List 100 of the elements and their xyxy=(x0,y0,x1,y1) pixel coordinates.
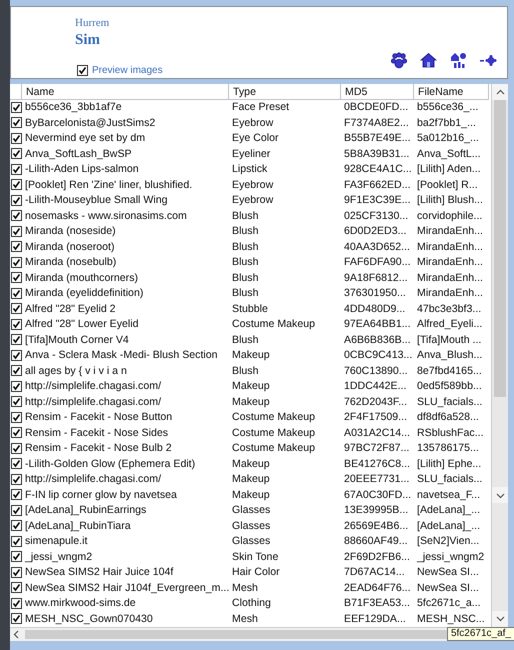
md5-cell-text: 025CF3130... xyxy=(343,208,410,224)
filename-cell-text: MirandaEnh... xyxy=(416,286,484,301)
checkbox[interactable] xyxy=(10,194,22,206)
md5-cell-text: EEF129DA... xyxy=(343,612,407,626)
type-cell-text: Makeup xyxy=(231,348,271,363)
filename-cell-text: corvidophile... xyxy=(416,208,484,224)
type-cell-text: Costume Makeup xyxy=(231,317,316,332)
md5-cell-text: 2EAD64F76... xyxy=(343,580,412,596)
type-cell-text: Skin Tone xyxy=(231,550,280,564)
filename-cell-text: MirandaEnh... xyxy=(416,270,484,286)
checkbox[interactable] xyxy=(10,412,22,423)
type-cell-text: Makeup xyxy=(231,472,271,487)
checkbox[interactable] xyxy=(10,520,22,532)
md5-cell-text: FAF6DFA90... xyxy=(343,255,412,270)
filename-cell-text: NewSea SI... xyxy=(416,580,480,596)
type-cell-text: Stubble xyxy=(231,302,269,316)
type-cell-text: Blush xyxy=(231,224,260,239)
checkbox[interactable] xyxy=(10,474,22,485)
md5-cell-text: 13E39995B... xyxy=(343,503,410,518)
md5-cell-text: 2F69D2FB6... xyxy=(343,550,411,564)
name-cell-text: Rensim - Facekit - Nose Button xyxy=(24,410,174,425)
filename-cell-text: [AdeLana]_... xyxy=(416,503,482,518)
checkbox[interactable] xyxy=(10,442,22,454)
checkbox[interactable] xyxy=(10,148,22,160)
checkbox[interactable] xyxy=(10,458,22,470)
checkbox[interactable] xyxy=(10,164,22,175)
checkbox[interactable] xyxy=(10,210,22,222)
md5-cell-text: FA3F662ED... xyxy=(343,178,412,192)
filename-cell-text: df8df6a528... xyxy=(416,410,480,425)
filename-cell-text: 0ed5f589bb... xyxy=(416,379,483,394)
checkbox[interactable] xyxy=(10,427,22,438)
name-cell-text: ByBarcelonista@JustSims2 xyxy=(24,116,156,130)
checkbox[interactable] xyxy=(10,365,22,376)
checkbox[interactable] xyxy=(10,551,22,562)
type-cell-text: Eyebrow xyxy=(231,116,274,130)
tooltip: 5fc2671c_af_ xyxy=(446,627,514,641)
md5-cell-text: 762D2043F... xyxy=(343,394,408,410)
filename-cell-text: [Tifa]Mouth ... xyxy=(416,332,482,348)
filename-cell-text: [Lilith] Ephe... xyxy=(416,456,482,472)
checkbox[interactable] xyxy=(10,536,22,547)
checkbox[interactable] xyxy=(10,334,22,346)
checkbox[interactable] xyxy=(10,102,22,113)
md5-cell-text: 26569E4B6... xyxy=(343,518,410,534)
md5-cell-text: 6D0D2ED3... xyxy=(343,224,408,239)
filename-cell-text: 135786175... xyxy=(416,441,480,456)
md5-cell-text: 9F1E3C39E... xyxy=(343,193,412,208)
md5-cell-text: 1DDC442E... xyxy=(343,379,408,394)
md5-cell-text: 4DD480D9... xyxy=(343,302,406,316)
plug-icon[interactable] xyxy=(480,54,497,66)
checkbox[interactable] xyxy=(10,226,22,237)
checkbox[interactable] xyxy=(10,613,22,624)
column-header[interactable]: Type xyxy=(229,84,341,100)
checkbox[interactable] xyxy=(10,504,22,516)
checkbox[interactable] xyxy=(10,489,22,500)
column-header[interactable]: Name xyxy=(22,84,229,100)
checkbox[interactable] xyxy=(10,303,22,314)
filename-cell-text: 5a012b16_... xyxy=(416,131,480,146)
checkbox[interactable] xyxy=(10,272,22,284)
checkbox[interactable] xyxy=(10,380,22,392)
checkbox[interactable] xyxy=(77,65,88,76)
paw-icon[interactable] xyxy=(391,52,407,68)
name-cell-text: NewSea SIMS2 Hair J104f_Evergreen_m... xyxy=(24,580,229,596)
checkbox[interactable] xyxy=(10,318,22,330)
md5-cell-text: 9A18F6812... xyxy=(343,270,409,286)
checkbox[interactable] xyxy=(10,350,22,361)
md5-cell-text: 20EEE7731... xyxy=(343,472,410,487)
column-header[interactable]: FileName xyxy=(414,84,489,100)
scrollbar-thumb[interactable] xyxy=(494,100,506,397)
buildings-icon[interactable] xyxy=(450,51,467,69)
type-cell-text: Costume Makeup xyxy=(231,410,316,425)
filename-cell-text: SLU_facials... xyxy=(416,472,484,487)
checkbox-label: Preview images xyxy=(92,65,163,76)
checkbox[interactable] xyxy=(10,256,22,268)
checkbox[interactable] xyxy=(10,179,22,190)
name-cell-text: NewSea SIMS2 Hair Juice 104f xyxy=(24,565,174,580)
md5-cell-text: 928CE4A1C... xyxy=(343,162,413,177)
filename-cell-text: Anva_Blush... xyxy=(416,348,484,363)
type-cell-text: Eyeliner xyxy=(231,146,272,162)
type-cell-text: Eye Color xyxy=(231,131,280,146)
name-cell-text: Nevermind eye set by dm xyxy=(24,131,146,146)
column-header[interactable]: MD5 xyxy=(341,84,414,100)
checkbox[interactable] xyxy=(10,288,22,299)
name-cell-text: Miranda (nosebulb) xyxy=(24,255,118,270)
checkbox[interactable] xyxy=(10,598,22,609)
name-cell-text: [AdeLana]_RubinEarrings xyxy=(24,503,148,518)
type-cell-text: Blush xyxy=(231,240,260,254)
checkbox[interactable] xyxy=(10,566,22,578)
checkbox[interactable] xyxy=(10,396,22,408)
checkbox[interactable] xyxy=(10,117,22,128)
type-cell-text: Face Preset xyxy=(231,100,290,115)
name-cell-text: Anva - Sclera Mask -Medi- Blush Section xyxy=(24,348,219,363)
type-cell-text: Clothing xyxy=(231,596,272,611)
name-cell-text: -Lilith-Aden Lips-salmon xyxy=(24,162,140,177)
type-cell-text: Makeup xyxy=(231,456,271,472)
checkbox[interactable] xyxy=(10,241,22,252)
house-icon[interactable] xyxy=(420,52,437,68)
checkbox[interactable] xyxy=(10,132,22,144)
type-cell-text: Makeup xyxy=(231,379,271,394)
checkbox[interactable] xyxy=(10,582,22,594)
name-cell-text: www.mirkwood-sims.de xyxy=(24,596,137,611)
